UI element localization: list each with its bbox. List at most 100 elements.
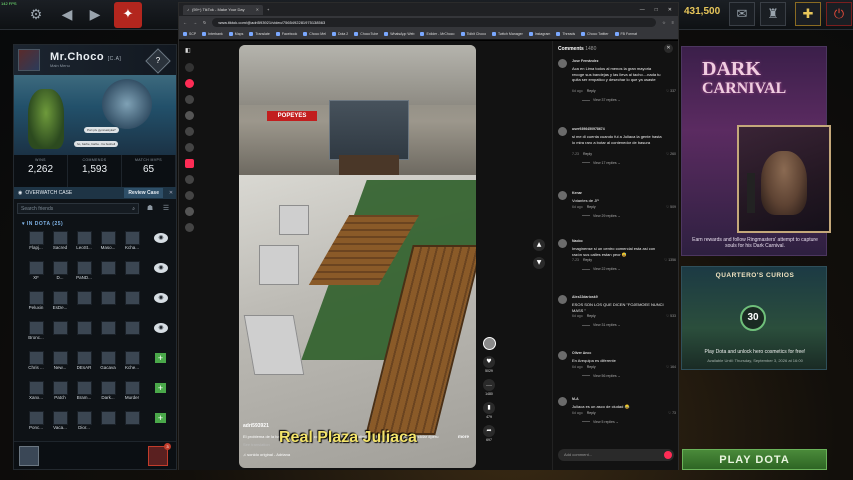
reply-link[interactable]: Reply (583, 258, 592, 262)
previous-video-icon[interactable]: ▲ (533, 239, 545, 251)
close-comments-icon[interactable]: ✕ (664, 44, 673, 53)
friend-entry[interactable]: Bram... (74, 381, 94, 400)
friend-entry[interactable]: Flapj... (26, 231, 46, 250)
friend-entry[interactable]: Gacava (98, 351, 118, 370)
comment-username[interactable]: Kenar (572, 191, 582, 195)
view-replies-link[interactable]: View 22 replies ⌄ (582, 267, 621, 271)
avatar[interactable] (558, 397, 567, 406)
comment-like-button[interactable]: ♡ 260 (666, 152, 676, 156)
friend-entry[interactable]: PaND... (74, 261, 94, 280)
bookmark-item[interactable]: Tidbit Choco (460, 32, 486, 36)
friend-entry[interactable] (122, 291, 142, 305)
comment-username[interactable]: user9396450978674 (572, 127, 605, 131)
video-username[interactable]: adri593921 (243, 423, 269, 429)
group-icon[interactable]: ☰ (160, 203, 172, 214)
friend-entry[interactable] (122, 321, 142, 335)
view-replies-link[interactable]: View 17 replies ⌄ (582, 161, 621, 165)
comment-username[interactable]: Jose Fernández (572, 59, 598, 63)
watch-eye-icon[interactable]: ◉ (154, 233, 168, 243)
back-icon[interactable]: ← (183, 20, 187, 25)
home-icon[interactable] (185, 79, 194, 88)
sound-link[interactable]: ♫ sonido original - Adriana (243, 452, 290, 457)
friend-entry[interactable] (98, 261, 118, 275)
friend-entry[interactable]: LeoSt... (74, 231, 94, 250)
mail-icon[interactable]: ✉ (729, 2, 755, 26)
friend-entry[interactable] (122, 261, 142, 275)
close-window-icon[interactable]: ✕ (668, 7, 672, 13)
bookmark-item[interactable]: Choco Mel (303, 32, 326, 36)
friend-entry[interactable]: EsDe... (50, 291, 70, 310)
reply-link[interactable]: Reply (587, 365, 596, 369)
friend-entry[interactable]: Murder (122, 381, 142, 400)
tab-tiktok[interactable]: ♪ (59+) TikTok - Make Your Day ✕ (183, 4, 263, 15)
view-replies-link[interactable]: View 56 replies ⌄ (582, 374, 621, 378)
friend-entry[interactable]: Patch (50, 381, 70, 400)
close-icon[interactable]: ✕ (256, 7, 259, 12)
new-tab-icon[interactable]: + (267, 7, 269, 12)
profile-icon[interactable] (185, 207, 194, 216)
bookmark-item[interactable]: Dota 2 (331, 32, 348, 36)
comment-like-button[interactable]: ♡ 1356 (664, 258, 676, 262)
friends-icon[interactable] (185, 127, 194, 136)
bookmark-item[interactable]: Facebook (275, 32, 297, 36)
share-button[interactable]: ➦ 697 (480, 425, 498, 442)
save-button[interactable]: ▮ 479 (480, 402, 498, 419)
friend-entry[interactable] (98, 411, 118, 425)
avatar[interactable] (558, 127, 567, 136)
reply-link[interactable]: Reply (587, 89, 596, 93)
friend-entry[interactable]: Xanx... (26, 381, 46, 400)
gear-icon[interactable]: ⚙ (27, 5, 45, 23)
bookmark-item[interactable]: Threads (556, 32, 575, 36)
power-icon[interactable]: ⏻ (826, 2, 852, 26)
comment-like-button[interactable]: ♡ 164 (666, 365, 676, 369)
reload-icon[interactable]: ↻ (203, 20, 206, 25)
caption-more-link[interactable]: more (458, 434, 469, 439)
upload-icon[interactable] (185, 159, 194, 168)
friend-entry[interactable] (74, 291, 94, 305)
bookmark-item[interactable]: Translate (249, 32, 270, 36)
view-replies-link[interactable]: View 37 replies ⌄ (582, 98, 621, 102)
view-replies-link[interactable]: View 5 replies ⌄ (582, 420, 619, 424)
live-icon[interactable] (185, 143, 194, 152)
activity-icon[interactable] (185, 191, 194, 200)
bookmark-item[interactable]: Exilder - MrChoco (420, 32, 455, 36)
friend-entry[interactable]: XF (26, 261, 46, 280)
comment-username[interactable]: Oliver Ancc (572, 351, 591, 355)
add-comment-input[interactable]: Add comment... (558, 449, 674, 461)
friend-entry[interactable]: DEsAR (74, 351, 94, 370)
send-icon[interactable] (664, 451, 672, 459)
friend-entry[interactable]: D... (50, 261, 70, 280)
bookmark-item[interactable]: ChocoTube (354, 32, 378, 36)
add-icon[interactable]: + (155, 353, 166, 363)
bookmark-item[interactable]: Instagram (528, 32, 550, 36)
friend-entry[interactable]: Chris ... (26, 351, 46, 370)
friend-entry[interactable]: New... (50, 351, 70, 370)
add-icon[interactable]: + (155, 383, 166, 393)
bookmark-star-icon[interactable]: ☆ (662, 20, 666, 25)
watch-eye-icon[interactable]: ◉ (154, 263, 168, 273)
bookmark-item[interactable]: Interbank (202, 32, 223, 36)
play-dota-button[interactable]: PLAY DOTA (682, 449, 827, 470)
hero-showcase[interactable]: Port piv gymnastyka? ho, barbe, barbe.. … (14, 75, 176, 155)
friend-entry[interactable]: Peluxin (26, 291, 46, 310)
comment-like-button[interactable]: ♡ 73 (668, 411, 676, 415)
comment-username[interactable]: Nacbo (572, 239, 583, 243)
comment-like-button[interactable]: ♡ 509 (666, 205, 676, 209)
friend-entry[interactable] (50, 321, 70, 335)
url-field[interactable]: www.tiktok.com/@adri593921/video/7565492… (212, 18, 657, 27)
reply-link[interactable]: Reply (583, 152, 592, 156)
avatar[interactable] (18, 49, 40, 71)
friend-entry[interactable] (98, 321, 118, 335)
friend-entry[interactable]: Sacred (50, 231, 70, 250)
explore-icon[interactable] (185, 95, 194, 104)
plus-subscription-icon[interactable]: ✚ (795, 2, 821, 26)
review-case-button[interactable]: Review Case (124, 188, 163, 198)
profile-header[interactable]: Mr.Choco [C.A] Main Menu ? (14, 45, 176, 75)
in-dota-header[interactable]: ▾ IN DOTA (25) (22, 221, 63, 227)
friend-entry[interactable]: Ponc... (26, 411, 46, 430)
see-translation-link[interactable]: See translation (243, 442, 270, 447)
friend-entry[interactable]: Maso... (98, 231, 118, 250)
messages-icon[interactable] (185, 175, 194, 184)
add-friend-icon[interactable]: ☗ (144, 203, 156, 214)
bookmark-item[interactable]: Maps (228, 32, 243, 36)
